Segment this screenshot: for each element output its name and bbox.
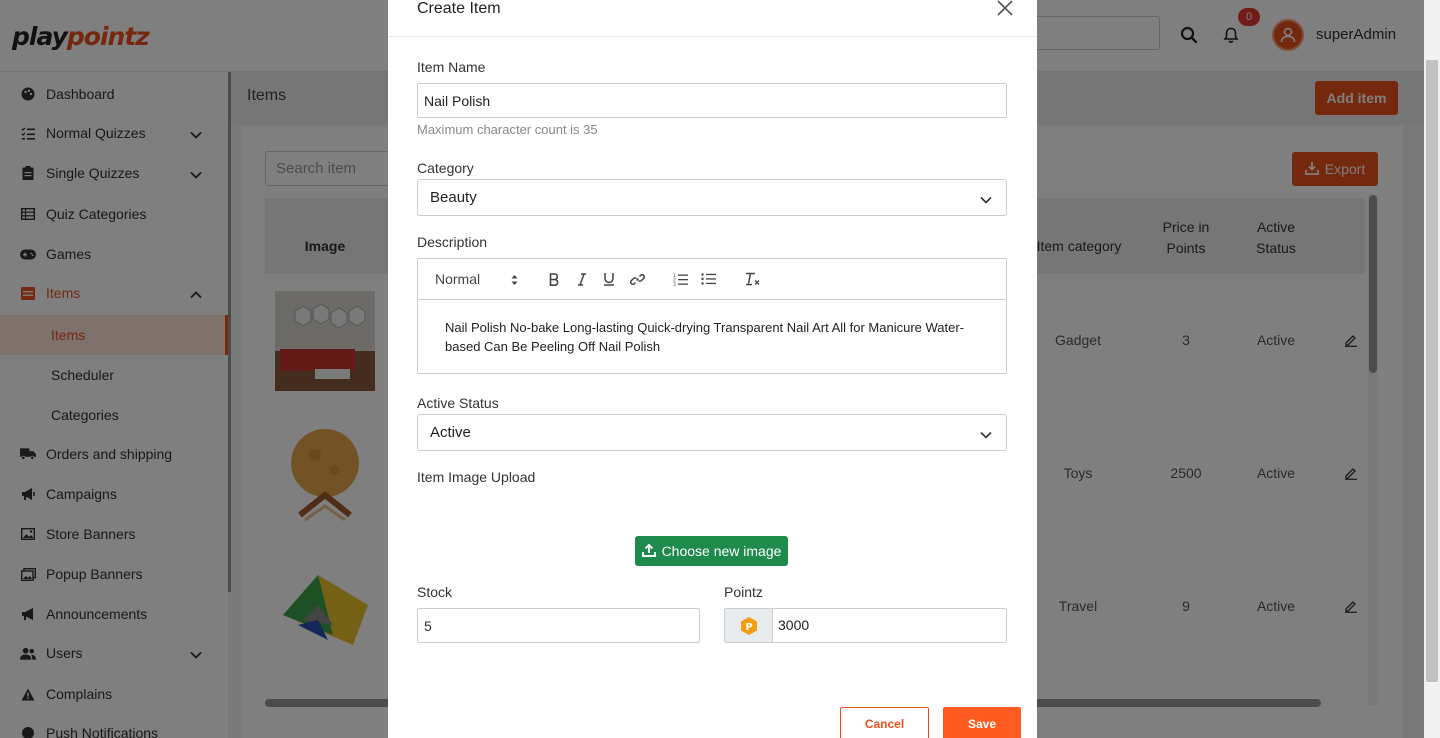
italic-icon[interactable] — [574, 269, 590, 289]
link-icon[interactable] — [629, 269, 645, 289]
sort-arrows-icon — [511, 273, 518, 289]
category-select[interactable]: Beauty — [417, 179, 1007, 216]
svg-text:3: 3 — [673, 282, 676, 286]
active-status-select[interactable]: Active — [417, 414, 1007, 451]
cancel-button[interactable]: Cancel — [840, 707, 929, 738]
format-select-value: Normal — [435, 271, 481, 287]
image-upload-label: Item Image Upload — [417, 469, 536, 485]
item-name-hint: Maximum character count is 35 — [417, 122, 598, 137]
clear-format-icon[interactable] — [744, 269, 760, 289]
page-scrollbar[interactable] — [1426, 60, 1438, 682]
pointz-field[interactable]: P 3000 — [724, 608, 1007, 643]
stock-label: Stock — [417, 584, 453, 600]
pointz-label: Pointz — [724, 584, 763, 600]
save-button[interactable]: Save — [943, 707, 1021, 738]
item-name-input[interactable]: Nail Polish — [417, 83, 1007, 118]
underline-icon[interactable] — [601, 269, 617, 289]
pointz-coin-icon: P — [725, 609, 773, 642]
description-text[interactable]: Nail Polish No-bake Long-lasting Quick-d… — [445, 318, 985, 356]
stock-input[interactable]: 5 — [417, 608, 700, 643]
ordered-list-icon[interactable]: 123 — [672, 269, 688, 289]
app: playpointz 0 superAdmin Dashboard Normal… — [0, 0, 1440, 738]
bold-icon[interactable] — [546, 269, 562, 289]
description-editor: Normal 123 Nail Polish No-bake Long-last… — [417, 258, 1007, 374]
upload-icon — [641, 543, 656, 560]
svg-text:P: P — [745, 622, 752, 633]
category-select-value: Beauty — [430, 189, 477, 206]
editor-toolbar: Normal 123 — [418, 259, 1006, 300]
bullet-list-icon[interactable] — [700, 269, 716, 289]
choose-image-button[interactable]: Choose new image — [635, 536, 788, 566]
choose-image-label: Choose new image — [661, 543, 782, 559]
pointz-input[interactable]: 3000 — [778, 617, 809, 633]
description-label: Description — [417, 234, 488, 250]
chevron-down-icon — [980, 191, 992, 208]
chevron-down-icon — [980, 426, 992, 443]
category-label: Category — [417, 160, 474, 176]
active-status-label: Active Status — [417, 395, 499, 411]
modal-title: Create Item — [417, 0, 501, 17]
item-name-label: Item Name — [417, 59, 486, 75]
format-select[interactable]: Normal — [435, 269, 521, 289]
active-status-select-value: Active — [430, 424, 471, 441]
modal-header: Create Item — [388, 0, 1037, 37]
close-icon[interactable] — [995, 0, 1019, 22]
create-item-modal: Create Item Item Name Nail Polish Maximu… — [388, 0, 1037, 738]
